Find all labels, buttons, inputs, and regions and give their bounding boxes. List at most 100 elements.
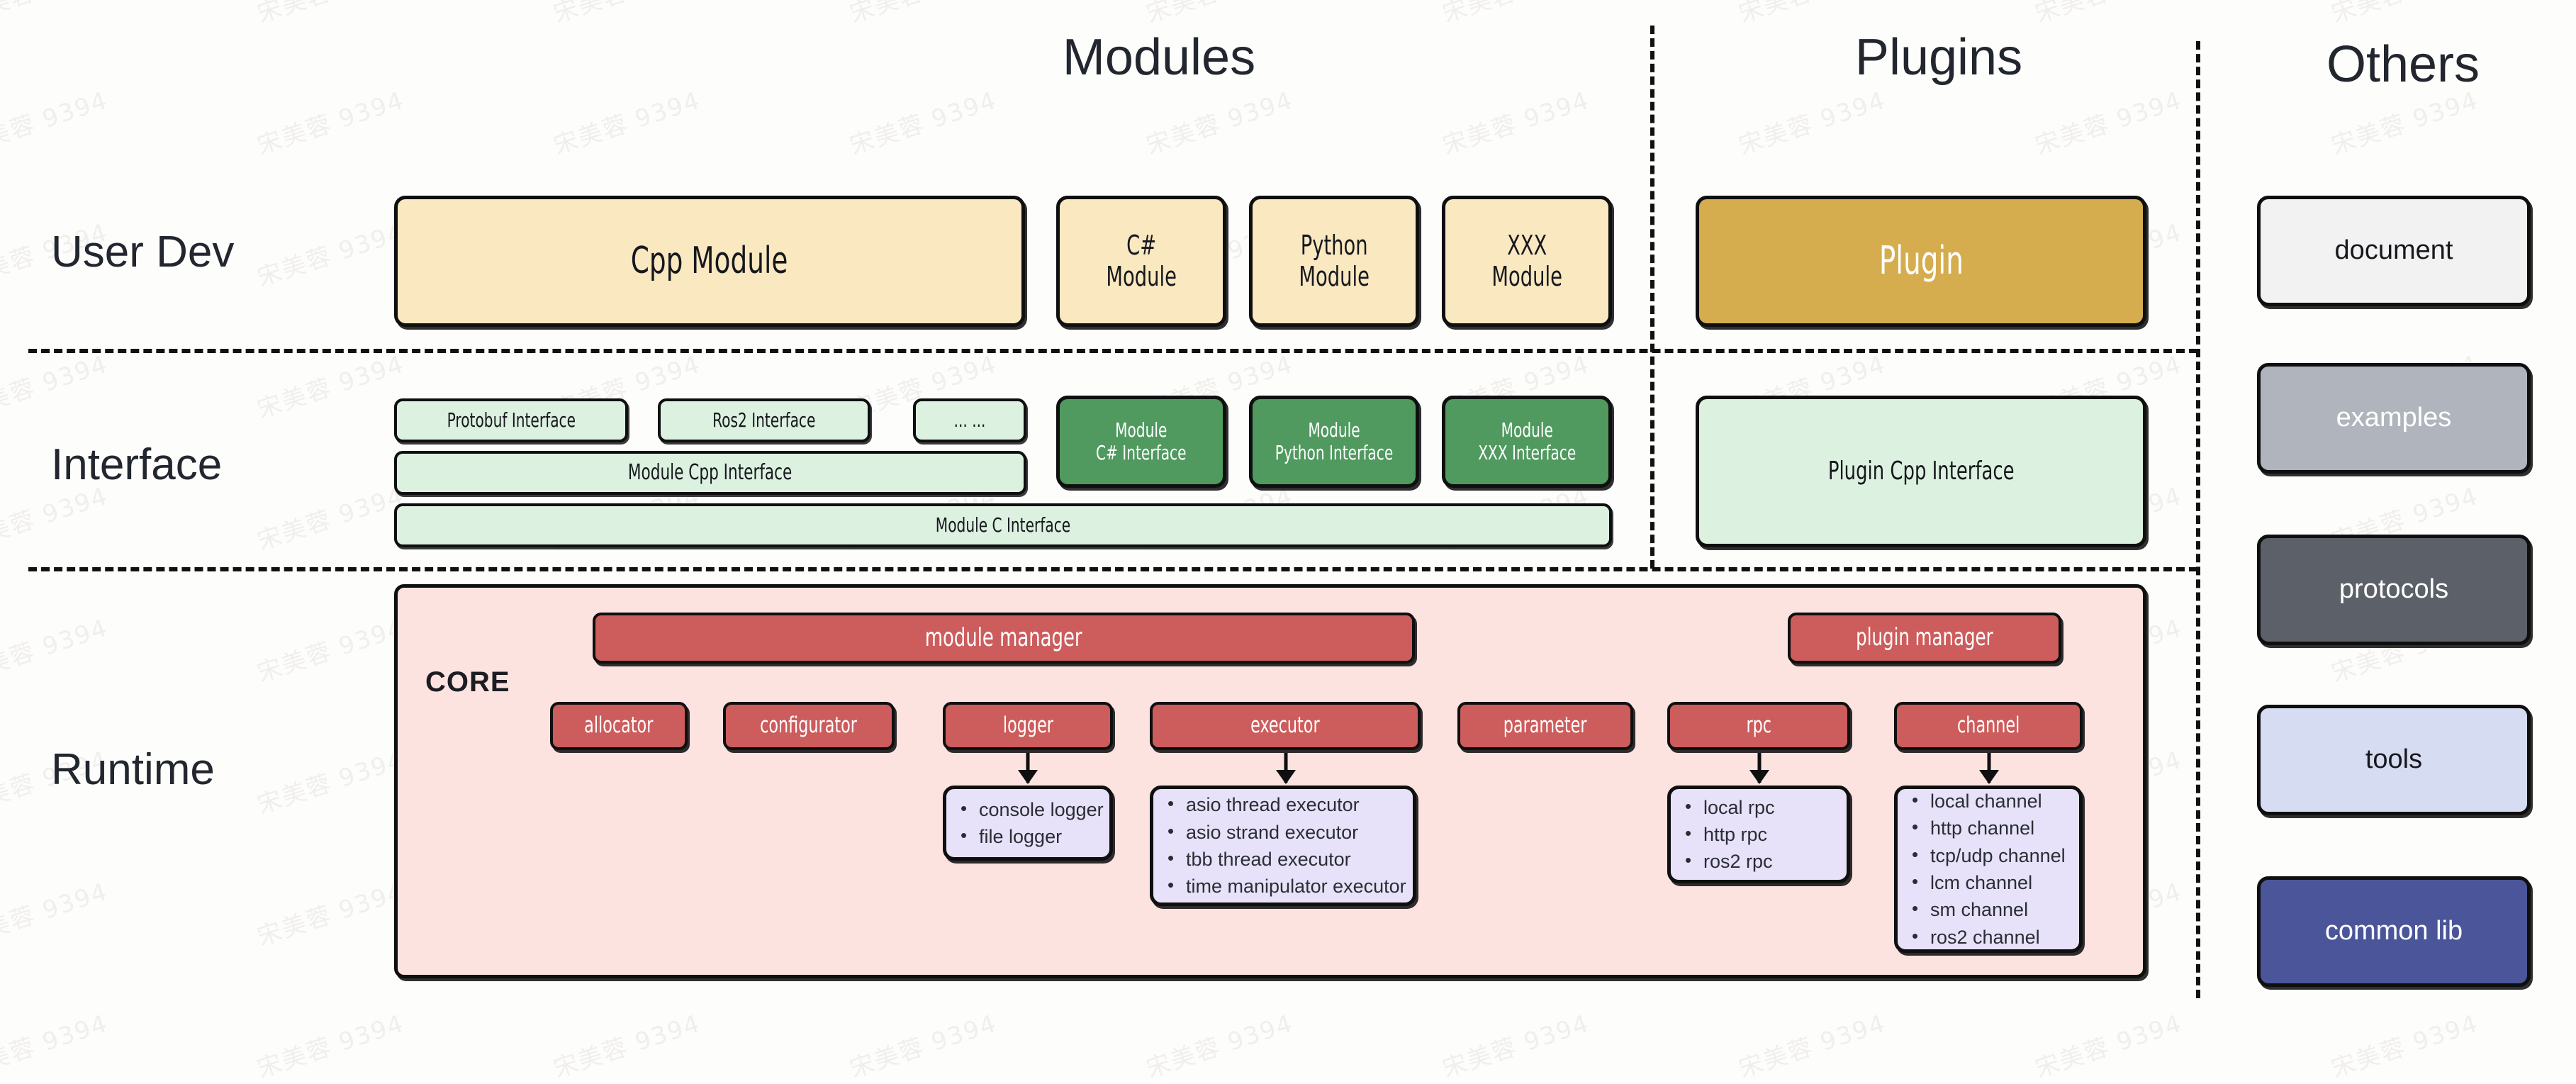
watermark-text: 宋美蓉 9394 <box>1735 86 1890 161</box>
node-cpp-module[interactable]: Cpp Module <box>394 196 1025 327</box>
watermark-text: 宋美蓉 9394 <box>0 613 112 688</box>
node-others-document[interactable]: document <box>2257 196 2531 306</box>
watermark-text: 宋美蓉 9394 <box>254 745 408 820</box>
node-logger-label: logger <box>1002 713 1053 739</box>
watermark-text: 宋美蓉 9394 <box>550 1009 705 1084</box>
watermark-text: 宋美蓉 9394 <box>0 877 112 952</box>
watermark-text: 宋美蓉 9394 <box>254 1009 408 1084</box>
node-parameter-label: parameter <box>1503 713 1587 739</box>
core-label: CORE <box>425 666 510 698</box>
node-python-module-label2: Module <box>1299 260 1370 292</box>
watermark-text: 宋美蓉 9394 <box>254 877 408 952</box>
separator-modules-plugins <box>1650 26 1654 569</box>
detail-list-rpc: local rpchttp rpcros2 rpc <box>1671 793 1775 876</box>
detail-box-channel: local channelhttp channeltcp/udp channel… <box>1894 786 2083 953</box>
watermark-text: 宋美蓉 9394 <box>1735 1009 1890 1084</box>
detail-list-item: tcp/udp channel <box>1912 842 2066 869</box>
detail-list-item: local channel <box>1912 787 2066 815</box>
architecture-diagram: 宋美蓉 9394 宋美蓉 9394 宋美蓉 9394 宋美蓉 9394 宋美蓉 9394… <box>0 0 2576 1083</box>
node-allocator[interactable]: allocator <box>550 702 688 750</box>
detail-box-rpc: local rpchttp rpcros2 rpc <box>1667 786 1850 883</box>
watermark-text: 宋美蓉 9394 <box>846 86 1001 161</box>
detail-box-logger: console loggerfile logger <box>943 786 1113 861</box>
node-channel[interactable]: channel <box>1894 702 2083 750</box>
node-plugin-label: Plugin <box>1878 238 1964 284</box>
watermark-text: 宋美蓉 9394 <box>1439 1009 1594 1084</box>
node-more-interface[interactable]: ... ... <box>913 398 1026 442</box>
detail-list-item: asio strand executor <box>1167 818 1406 846</box>
column-title-plugins: Plugins <box>1854 29 2023 86</box>
node-csharp-module[interactable]: C# Module <box>1056 196 1226 327</box>
row-title-interface: Interface <box>51 440 223 489</box>
watermark-text: 宋美蓉 9394 <box>550 86 705 161</box>
node-rpc[interactable]: rpc <box>1667 702 1850 750</box>
detail-list-item: ros2 channel <box>1912 923 2066 951</box>
watermark-text: 宋美蓉 9394 <box>254 613 408 688</box>
detail-list-channel: local channelhttp channeltcp/udp channel… <box>1898 787 2066 951</box>
arrow-executor-to-details <box>1276 753 1296 784</box>
separator-user-dev-interface <box>28 349 2197 353</box>
detail-list-logger: console loggerfile logger <box>946 795 1104 851</box>
detail-list-item: http channel <box>1912 814 2066 842</box>
node-module-csharp-interface-label2: C# Interface <box>1096 441 1187 464</box>
detail-list-item: http rpc <box>1685 820 1775 848</box>
watermark-text: 宋美蓉 9394 <box>0 0 112 29</box>
node-plugin-manager[interactable]: plugin manager <box>1788 613 2061 664</box>
node-python-module[interactable]: Python Module <box>1249 196 1419 327</box>
watermark-text: 宋美蓉 9394 <box>549 0 705 29</box>
node-module-python-interface[interactable]: Module Python Interface <box>1249 396 1419 488</box>
node-csharp-module-label: C# <box>1126 229 1157 261</box>
node-csharp-module-label2: Module <box>1106 260 1177 292</box>
detail-list-item: sm channel <box>1912 895 2066 923</box>
node-module-xxx-interface[interactable]: Module XXX Interface <box>1442 396 1612 488</box>
detail-list-item: ros2 rpc <box>1685 847 1775 875</box>
node-configurator[interactable]: configurator <box>723 702 895 750</box>
arrow-logger-to-details <box>1018 753 1038 784</box>
node-protobuf-interface[interactable]: Protobuf Interface <box>394 398 628 442</box>
row-title-runtime: Runtime <box>51 745 215 794</box>
watermark-text: 宋美蓉 9394 <box>1438 0 1594 29</box>
node-others-protocols-label: protocols <box>2339 574 2449 605</box>
node-module-cpp-interface[interactable]: Module Cpp Interface <box>394 451 1026 495</box>
node-module-c-interface-label: Module C Interface <box>935 513 1071 537</box>
node-executor[interactable]: executor <box>1150 702 1421 750</box>
node-module-csharp-interface-label: Module <box>1115 418 1167 442</box>
node-others-common-lib[interactable]: common lib <box>2257 876 2531 987</box>
watermark-text: 宋美蓉 9394 <box>0 86 112 161</box>
node-others-protocols[interactable]: protocols <box>2257 535 2531 645</box>
node-others-tools[interactable]: tools <box>2257 705 2531 815</box>
detail-list-executor: asio thread executorasio strand executor… <box>1153 790 1406 900</box>
node-others-examples-label: examples <box>2336 403 2452 433</box>
watermark-text: 宋美蓉 9394 <box>2030 0 2186 29</box>
node-module-xxx-interface-label: Module <box>1501 418 1553 442</box>
node-module-c-interface[interactable]: Module C Interface <box>394 503 1612 547</box>
separator-plugins-others <box>2196 41 2200 998</box>
node-xxx-module-label: XXX <box>1506 229 1547 261</box>
node-allocator-label: allocator <box>584 713 654 739</box>
node-plugin-cpp-interface[interactable]: Plugin Cpp Interface <box>1696 396 2146 547</box>
watermark-text: 宋美蓉 9394 <box>2032 86 2186 161</box>
node-plugin[interactable]: Plugin <box>1696 196 2146 327</box>
node-others-examples[interactable]: examples <box>2257 363 2531 474</box>
node-xxx-module[interactable]: XXX Module <box>1442 196 1612 327</box>
watermark-text: 宋美蓉 9394 <box>1439 86 1594 161</box>
node-others-tools-label: tools <box>2365 744 2423 775</box>
watermark-text: 宋美蓉 9394 <box>2326 0 2482 29</box>
separator-interface-runtime <box>28 567 2197 571</box>
watermark-text: 宋美蓉 9394 <box>0 350 112 425</box>
node-module-csharp-interface[interactable]: Module C# Interface <box>1056 396 1226 488</box>
node-others-document-label: document <box>2334 235 2453 266</box>
watermark-text: 宋美蓉 9394 <box>254 350 408 425</box>
node-module-cpp-interface-label: Module Cpp Interface <box>628 459 793 485</box>
detail-list-item: console logger <box>961 795 1104 823</box>
node-logger[interactable]: logger <box>943 702 1113 750</box>
node-module-manager[interactable]: module manager <box>593 613 1415 664</box>
watermark-text: 宋美蓉 9394 <box>2328 1009 2482 1084</box>
watermark-text: 宋美蓉 9394 <box>252 0 408 29</box>
node-executor-label: executor <box>1250 713 1320 739</box>
watermark-text: 宋美蓉 9394 <box>2032 1009 2186 1084</box>
node-plugin-manager-label: plugin manager <box>1856 623 1993 652</box>
detail-list-item: file logger <box>961 822 1104 850</box>
node-ros2-interface[interactable]: Ros2 Interface <box>658 398 870 442</box>
node-parameter[interactable]: parameter <box>1457 702 1633 750</box>
